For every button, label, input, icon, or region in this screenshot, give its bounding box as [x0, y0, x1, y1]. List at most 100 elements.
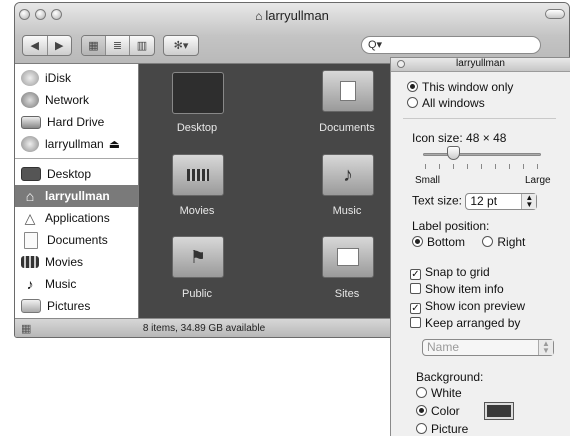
sidebar-item-label: Pictures — [47, 299, 91, 313]
scope-all-windows-label: All windows — [422, 96, 485, 110]
sidebar-item-idisk[interactable]: iDisk — [15, 67, 138, 89]
forward-button[interactable]: ▶ — [48, 36, 72, 55]
sidebar-item-movies[interactable]: Movies — [15, 251, 138, 273]
eject-icon[interactable]: ⏏ — [109, 137, 120, 151]
panel-divider — [403, 118, 556, 119]
window-title: ⌂ larryullman — [15, 8, 569, 23]
scope-this-window[interactable]: This window only — [407, 80, 570, 94]
icon-size-value: 48 × 48 — [466, 131, 507, 145]
radio-icon — [407, 97, 418, 108]
public-folder-icon[interactable]: ⚑ — [172, 236, 224, 278]
checkbox-icon — [410, 317, 421, 328]
sidebar-divider — [15, 158, 138, 159]
sidebar-item-desktop[interactable]: Desktop — [15, 163, 138, 185]
snap-to-grid-option[interactable]: ✓ Snap to grid — [410, 265, 570, 280]
list-view-icon: ≣ — [112, 40, 123, 52]
window-title-text: larryullman — [265, 8, 329, 23]
background-picture-option[interactable]: Picture — [416, 422, 570, 436]
sidebar-item-user-disk[interactable]: larryullman ⏏ — [15, 133, 138, 155]
movies-folder-icon[interactable] — [172, 154, 224, 196]
public-glyph: ⚑ — [189, 246, 207, 267]
background-white-option[interactable]: White — [416, 386, 570, 400]
label-right-text: Right — [497, 235, 526, 249]
list-view-button[interactable]: ≣ — [106, 36, 130, 55]
folder-label[interactable]: Sites — [292, 288, 402, 300]
keep-arranged-option[interactable]: Keep arranged by — [410, 316, 570, 330]
keep-arranged-label: Keep arranged by — [425, 316, 521, 330]
sidebar-item-pictures[interactable]: Pictures — [15, 295, 138, 317]
slider-ticks — [425, 164, 539, 169]
sites-folder-icon[interactable] — [322, 236, 374, 278]
icon-size-slider-thumb[interactable] — [446, 146, 460, 160]
folder-label[interactable]: Public — [142, 288, 252, 300]
icon-view-button[interactable]: ▦ — [82, 36, 106, 55]
forward-arrow-icon: ▶ — [55, 40, 64, 52]
show-item-info-option[interactable]: Show item info — [410, 282, 570, 296]
action-menu-group: ✻▾ — [163, 35, 199, 56]
icon-size-caption: Icon size: — [412, 131, 463, 145]
snap-to-grid-label: Snap to grid — [425, 265, 490, 279]
sidebar-item-home[interactable]: ⌂ larryullman — [15, 185, 138, 207]
radio-icon — [482, 236, 494, 247]
sidebar-item-label: Network — [45, 93, 90, 107]
radio-icon — [416, 387, 427, 398]
sidebar-item-documents[interactable]: Documents — [15, 229, 138, 251]
show-item-info-label: Show item info — [425, 282, 504, 296]
sidebar: iDisk Network Hard Drive larryullman ⏏ D… — [15, 64, 139, 318]
hard-drive-icon — [21, 115, 41, 129]
label-bottom-option[interactable]: Bottom — [412, 235, 465, 249]
status-bar: ▦ 8 items, 34.89 GB available — [15, 318, 393, 337]
desktop-icon — [21, 167, 41, 181]
updown-arrows-icon: ▲ ▼ — [538, 340, 553, 355]
folder-label[interactable]: Documents — [292, 122, 402, 134]
updown-arrows-icon: ▲ ▼ — [521, 194, 537, 209]
scope-all-windows[interactable]: All windows — [407, 96, 570, 110]
label-position-label: Label position: — [412, 219, 490, 233]
status-text: 8 items, 34.89 GB available — [142, 323, 266, 334]
folder-label[interactable]: Music — [292, 205, 402, 217]
panel-close-button[interactable] — [397, 60, 405, 68]
music-folder-icon[interactable]: ♪ — [322, 154, 374, 196]
desktop-folder-icon[interactable] — [172, 72, 224, 114]
text-size-popup[interactable]: 12 pt ▲ ▼ — [465, 193, 538, 210]
home-icon: ⌂ — [25, 188, 35, 204]
sidebar-item-music[interactable]: ♪ Music — [15, 273, 138, 295]
sidebar-item-label: Documents — [47, 233, 108, 247]
applications-icon: △ — [24, 209, 36, 226]
checkbox-icon — [410, 283, 421, 294]
checkbox-checked-icon: ✓ — [410, 269, 421, 280]
documents-icon — [24, 231, 38, 249]
slider-max-label: Large — [525, 175, 551, 186]
folder-label[interactable]: Movies — [142, 205, 252, 217]
sidebar-item-label: Music — [45, 277, 77, 291]
search-field[interactable]: Q▾ — [361, 36, 541, 54]
folder-label[interactable]: Desktop — [142, 122, 252, 134]
sidebar-item-applications[interactable]: △ Applications — [15, 207, 138, 229]
icon-view-area: Desktop Documents Movies ♪ Music ⚑ Publi… — [139, 64, 393, 318]
radio-selected-icon — [416, 405, 427, 416]
show-icon-preview-option[interactable]: ✓ Show icon preview — [410, 299, 570, 314]
background-color-swatch[interactable] — [484, 402, 514, 420]
checkbox-checked-icon: ✓ — [410, 303, 421, 314]
sidebar-item-hard-drive[interactable]: Hard Drive — [15, 111, 138, 133]
label-position-row: Bottom Right — [412, 235, 570, 249]
label-bottom-text: Bottom — [427, 235, 466, 249]
back-button[interactable]: ◀ — [23, 36, 48, 55]
panel-title-bar: larryullman — [391, 58, 570, 72]
sidebar-item-label: Desktop — [47, 167, 92, 181]
arrange-by-row: Name ▲ ▼ — [422, 339, 570, 356]
action-menu-button[interactable]: ✻▾ — [164, 36, 198, 55]
search-icon: Q▾ — [368, 39, 383, 51]
idisk-icon — [21, 70, 39, 86]
sidebar-item-label: Applications — [45, 211, 110, 225]
column-view-button[interactable]: ▥ — [130, 36, 154, 55]
gear-icon: ✻▾ — [173, 40, 189, 52]
icon-size-slider-track[interactable] — [423, 153, 541, 156]
arrange-by-popup[interactable]: Name ▲ ▼ — [422, 339, 554, 356]
sidebar-item-label: Hard Drive — [47, 115, 105, 129]
documents-folder-icon[interactable] — [322, 70, 374, 112]
label-right-option[interactable]: Right — [482, 235, 525, 249]
background-color-label: Color — [431, 404, 460, 418]
sidebar-item-network[interactable]: Network — [15, 89, 138, 111]
title-bar: ⌂ larryullman ◀ ▶ ▦ ≣ ▥ ✻▾ Q▾ — [15, 3, 569, 64]
